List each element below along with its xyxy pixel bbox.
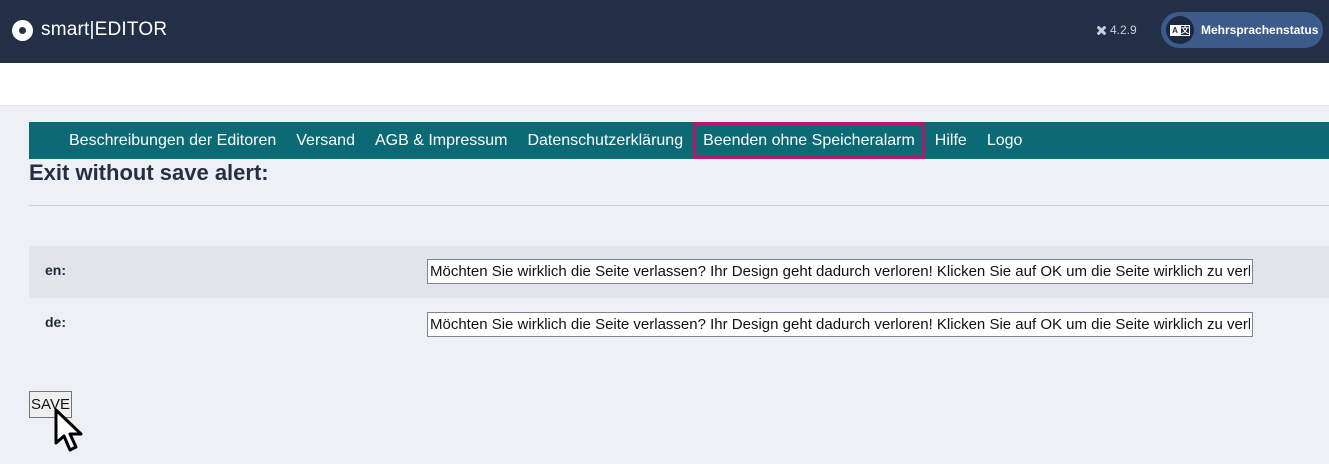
section-heading: Exit without save alert: [29,160,269,185]
brand[interactable]: smart|EDITOR [12,19,167,41]
version-number: 4.2.9 [1110,23,1137,37]
toolbar-area [0,63,1329,106]
top-bar: smart|EDITOR 4.2.9 A文 Mehrsprachenstatus [0,0,1329,63]
field-label-en: en: [45,262,66,278]
version-info: 4.2.9 [1096,22,1137,38]
language-status-button[interactable]: A文 Mehrsprachenstatus [1161,12,1323,48]
divider [29,205,1329,206]
tab-privacy-policy[interactable]: Datenschutzerklärung [517,122,693,159]
field-row-de: de: [29,298,1329,350]
translate-icon: A文 [1166,16,1194,44]
record-circle-icon [12,19,33,41]
tab-bar: Beschreibungen der Editoren Versand AGB … [29,122,1329,159]
tab-logo[interactable]: Logo [977,122,1033,159]
brand-title: smart|EDITOR [41,19,168,40]
field-row-en: en: [29,246,1329,298]
tab-shipping[interactable]: Versand [286,122,365,159]
field-label-de: de: [45,314,66,330]
alert-text-input-de[interactable] [427,312,1253,337]
tab-help[interactable]: Hilfe [925,122,977,159]
language-status-label: Mehrsprachenstatus [1201,23,1319,37]
tab-editor-descriptions[interactable]: Beschreibungen der Editoren [59,122,286,159]
alert-text-input-en[interactable] [427,259,1253,284]
tab-exit-without-save-alert[interactable]: Beenden ohne Speicheralarm [693,122,925,159]
joomla-icon [1096,25,1107,36]
mouse-cursor-icon [54,408,83,452]
tab-terms-imprint[interactable]: AGB & Impressum [365,122,517,159]
